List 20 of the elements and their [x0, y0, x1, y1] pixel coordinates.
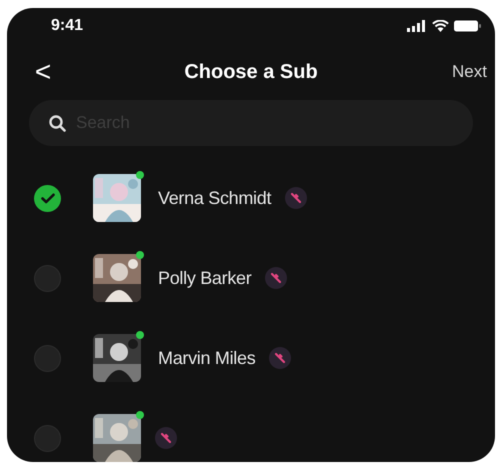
status-time: 9:41	[51, 16, 84, 36]
contact-name: Polly Barker	[158, 266, 252, 290]
wifi-icon	[432, 20, 449, 32]
radio-button[interactable]	[34, 264, 61, 292]
contact-name: Verna Schmidt	[158, 186, 272, 210]
signal-icon	[407, 20, 427, 32]
battery-icon	[454, 20, 481, 32]
check-icon	[40, 192, 54, 204]
radio-button[interactable]	[34, 184, 61, 212]
screen-title: Choose a Sub	[184, 60, 318, 85]
slash-badge-icon	[265, 267, 288, 289]
slash-badge-icon	[155, 427, 177, 449]
contact-name: Marvin Miles	[158, 346, 256, 370]
radio-button[interactable]	[34, 424, 61, 452]
back-button[interactable]: <	[33, 58, 53, 86]
slash-badge-icon	[269, 347, 292, 369]
search-icon	[49, 115, 66, 132]
slash-badge-icon	[285, 187, 308, 209]
radio-button[interactable]	[34, 344, 61, 372]
next-button[interactable]: Next	[452, 59, 487, 85]
